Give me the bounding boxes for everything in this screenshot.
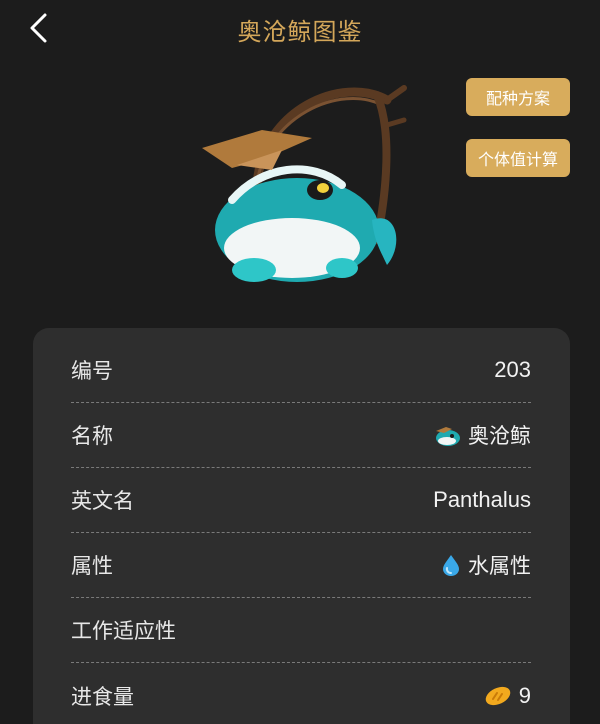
iv-calculator-button[interactable]: 个体值计算 (466, 139, 570, 177)
work-suitability-label: 工作适应性 (71, 619, 176, 643)
name-value: 奥沧鲸 (468, 424, 531, 448)
number-label: 编号 (71, 359, 113, 383)
detail-row-element: 属性 水属性 (71, 533, 531, 598)
element-label: 属性 (71, 554, 113, 578)
element-value-group: 水属性 (440, 550, 531, 580)
name-value-group: 奥沧鲸 (434, 420, 531, 450)
water-drop-icon (440, 553, 462, 577)
number-value: 203 (494, 357, 531, 382)
detail-row-food: 进食量 9 (71, 663, 531, 724)
breeding-plan-button[interactable]: 配种方案 (466, 78, 570, 116)
name-label: 名称 (71, 424, 113, 448)
pal-avatar-icon (434, 423, 462, 447)
detail-row-work-suitability: 工作适应性 (71, 598, 531, 663)
english-name-value: Panthalus (433, 487, 531, 512)
detail-row-number: 编号 203 (71, 338, 531, 403)
english-name-label: 英文名 (71, 489, 134, 513)
page-title: 奥沧鲸图鉴 (237, 18, 363, 46)
bread-icon (483, 685, 513, 707)
pal-detail-page: 奥沧鲸图鉴 配种方案 个体值计算 编号 203 名称 奥沧鲸 英文名 Panth… (0, 0, 600, 724)
food-label: 进食量 (71, 684, 134, 709)
pal-illustration (192, 70, 412, 300)
detail-row-name: 名称 奥沧鲸 (71, 403, 531, 468)
details-card: 编号 203 名称 奥沧鲸 英文名 Panthalus 属性 水属性 工作适应性… (33, 328, 570, 724)
element-value: 水属性 (468, 554, 531, 578)
header: 奥沧鲸图鉴 (0, 0, 600, 58)
detail-row-english-name: 英文名 Panthalus (71, 468, 531, 533)
food-value: 9 (518, 682, 531, 708)
food-value-group: 9 (483, 683, 531, 709)
